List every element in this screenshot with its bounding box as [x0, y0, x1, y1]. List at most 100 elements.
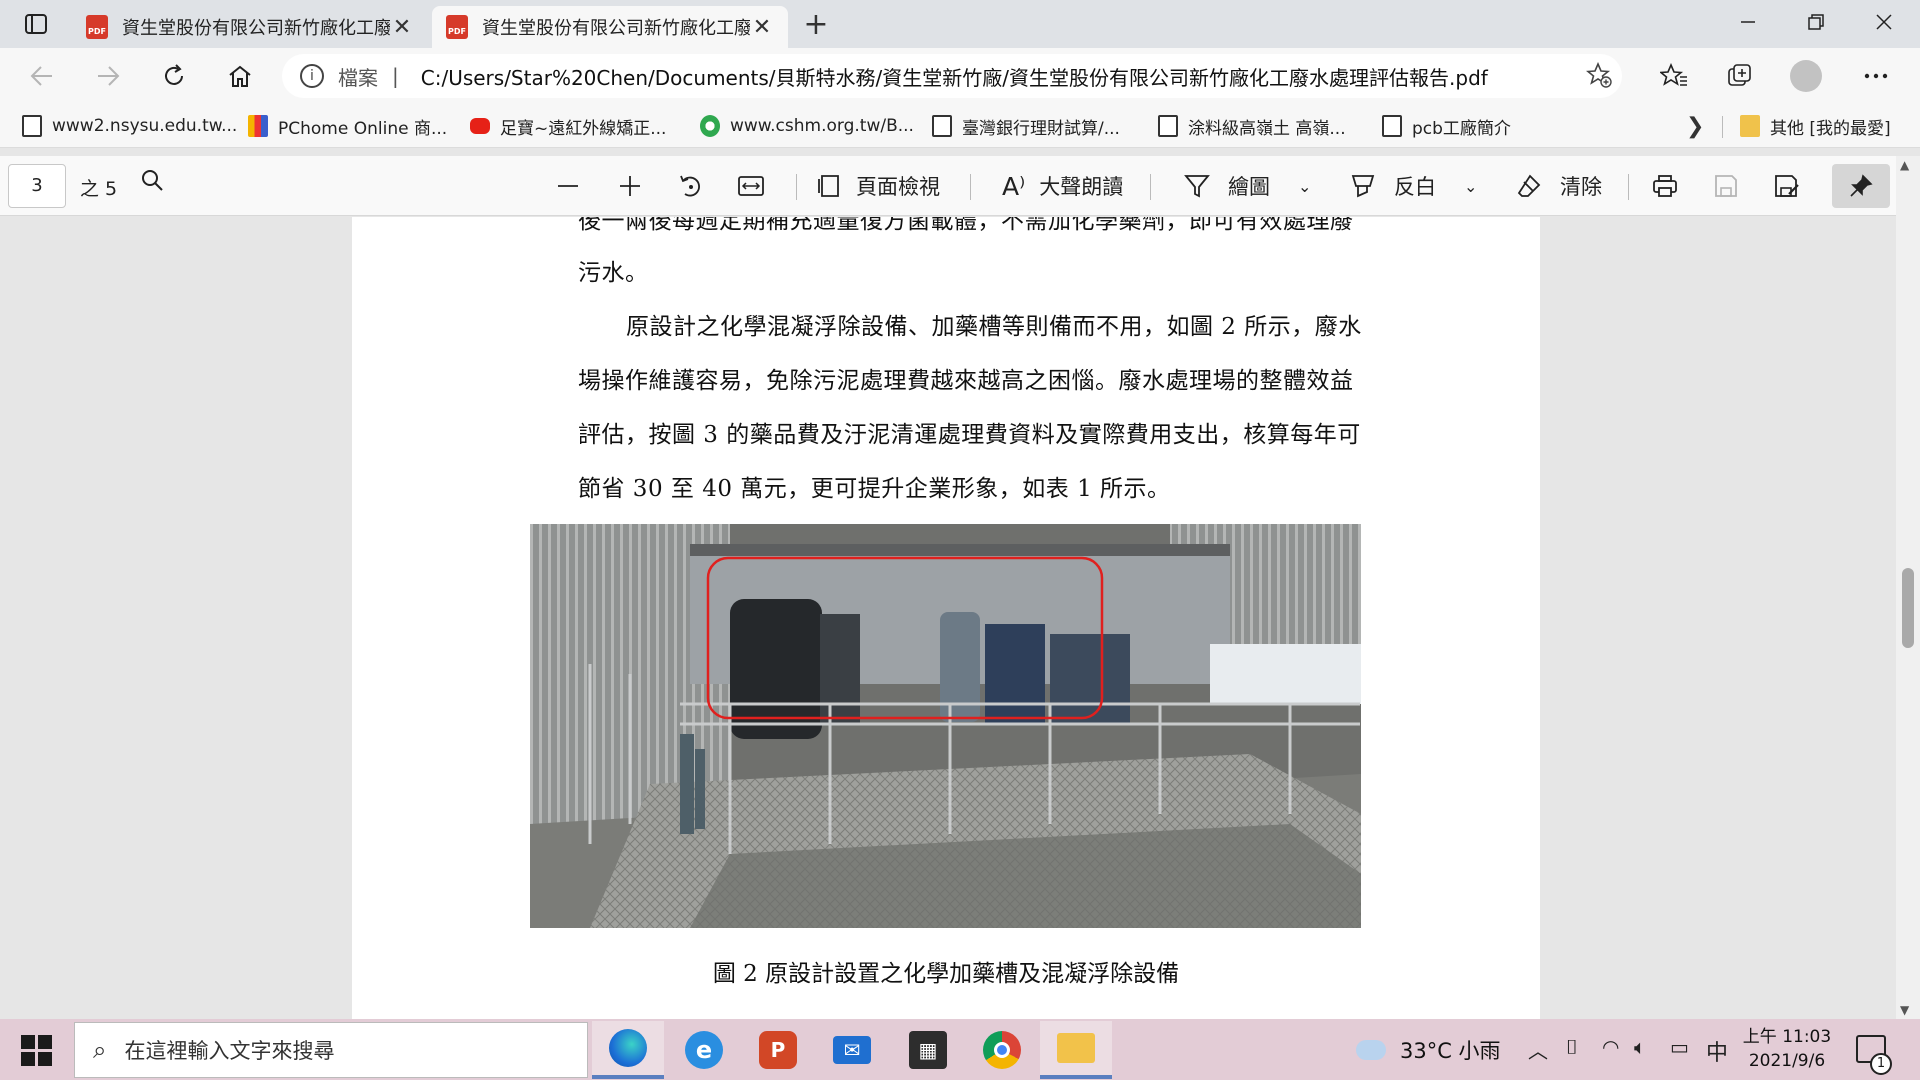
- vertical-scrollbar[interactable]: ▲ ▼: [1896, 156, 1920, 1019]
- minimize-button[interactable]: [1716, 0, 1780, 44]
- start-button[interactable]: [16, 1033, 56, 1067]
- edge-icon: [609, 1029, 647, 1067]
- chrome-icon: [983, 1031, 1021, 1069]
- read-aloud-button[interactable]: A⁾ 大聲朗讀: [1002, 164, 1123, 208]
- zoom-out-button[interactable]: [556, 164, 580, 208]
- body-text-line: 污水。: [578, 260, 649, 286]
- tab-pdf-2[interactable]: PDF 資生堂股份有限公司新竹廠化工廢水處理評估報告.pdf ✕: [432, 6, 788, 48]
- draw-label: 繪圖: [1228, 175, 1270, 199]
- bookmark-bank[interactable]: 臺灣銀行理財試算/...: [932, 110, 1120, 142]
- bookmark-nsysu[interactable]: www2.nsysu.edu.tw...: [22, 110, 237, 142]
- scheme-label: 檔案: [338, 65, 378, 90]
- youtube-icon: [470, 118, 490, 134]
- scroll-down-arrow-icon[interactable]: ▼: [1900, 1003, 1909, 1017]
- page-view-label: 頁面檢視: [856, 175, 940, 199]
- rotate-button[interactable]: [678, 164, 704, 208]
- add-favorite-button[interactable]: [1585, 61, 1612, 94]
- bookmark-youtube[interactable]: 足寶~遠紅外線矯正...: [470, 110, 666, 142]
- taskbar-store[interactable]: ▦: [892, 1021, 964, 1079]
- profile-button[interactable]: [1786, 58, 1826, 94]
- new-tab-button[interactable]: +: [796, 6, 836, 42]
- pdf-search-button[interactable]: [140, 168, 164, 198]
- back-button[interactable]: [22, 56, 62, 96]
- save-icon: [1715, 175, 1737, 197]
- pdf-viewer[interactable]: 後一兩後每週定期補充適量復方菌載體，不需加化學藥劑，即可有效處理廢 污水。 原設…: [0, 217, 1920, 1019]
- close-tab-button[interactable]: ✕: [390, 15, 414, 40]
- bookmark-label: 涂料級高嶺土 高嶺...: [1188, 118, 1346, 139]
- bookmark-label: www2.nsysu.edu.tw...: [52, 116, 238, 136]
- forward-button[interactable]: [88, 56, 128, 96]
- close-icon: [1876, 14, 1892, 30]
- weather-widget[interactable]: 33°C 小雨: [1356, 1035, 1501, 1065]
- draw-button[interactable]: 繪圖: [1184, 164, 1270, 208]
- page-icon: [932, 115, 952, 137]
- taskbar-search-box[interactable]: ⌕ 在這裡輸入文字來搜尋: [74, 1022, 588, 1078]
- bookmarks-divider: [1722, 116, 1723, 138]
- meet-now-icon[interactable]: ⌷: [1566, 1035, 1578, 1059]
- file-explorer-icon: [1057, 1033, 1095, 1063]
- input-method-indicator[interactable]: 中: [1706, 1035, 1728, 1067]
- eraser-icon: [1517, 174, 1541, 197]
- system-clock[interactable]: 上午 11:03 2021/9/6: [1738, 1025, 1836, 1073]
- erase-label: 清除: [1560, 175, 1602, 199]
- fit-width-icon: [738, 176, 764, 196]
- zoom-in-button[interactable]: [618, 164, 642, 208]
- info-icon[interactable]: i: [300, 64, 324, 88]
- wifi-icon[interactable]: ◠: [1602, 1035, 1619, 1059]
- scroll-up-arrow-icon[interactable]: ▲: [1900, 158, 1909, 172]
- page-number-input[interactable]: 3: [8, 164, 66, 208]
- highlight-button[interactable]: 反白: [1350, 164, 1436, 208]
- page-icon: [1158, 115, 1178, 137]
- address-bar[interactable]: i 檔案 | C:/Users/Star%20Chen/Documents/貝斯…: [282, 54, 1622, 98]
- fit-to-width-button[interactable]: [738, 164, 764, 208]
- minimize-icon: [1741, 21, 1755, 23]
- tab-actions-icon: [25, 14, 47, 34]
- pin-toolbar-button[interactable]: [1832, 164, 1890, 208]
- restore-button[interactable]: [1784, 0, 1848, 44]
- page-view-button[interactable]: 頁面檢視: [816, 164, 940, 208]
- print-button[interactable]: [1652, 164, 1678, 208]
- taskbar-edge[interactable]: [592, 1021, 664, 1079]
- draw-options-chevron-icon[interactable]: ⌄: [1298, 164, 1311, 208]
- show-hidden-icons-chevron-icon[interactable]: ︿: [1528, 1035, 1548, 1064]
- tab-actions-button[interactable]: [14, 0, 58, 48]
- bookmark-pcb[interactable]: pcb工廠簡介: [1382, 110, 1511, 142]
- folder-icon: [1740, 115, 1760, 137]
- favorites-button[interactable]: [1654, 58, 1694, 94]
- taskbar-mail[interactable]: ✉: [816, 1021, 888, 1079]
- bookmark-kaolin[interactable]: 涂料級高嶺土 高嶺...: [1158, 110, 1346, 142]
- bookmark-pchome[interactable]: PChome Online 商...: [248, 110, 447, 142]
- scrollbar-thumb[interactable]: [1902, 568, 1914, 648]
- url-text[interactable]: C:/Users/Star%20Chen/Documents/貝斯特水務/資生堂…: [421, 62, 1488, 91]
- more-bookmarks-chevron-icon[interactable]: ❯: [1686, 114, 1704, 139]
- pchome-icon: [248, 115, 268, 137]
- taskbar-powerpoint[interactable]: P: [742, 1021, 814, 1079]
- taskbar-chrome[interactable]: [966, 1021, 1038, 1079]
- search-placeholder: 在這裡輸入文字來搜尋: [124, 1039, 335, 1063]
- toolbar-divider: [1628, 174, 1629, 200]
- avatar: [1790, 60, 1822, 92]
- body-text-line: 場操作維護容易，免除污泥處理費越來越高之困惱。廢水處理場的整體效益: [578, 368, 1354, 394]
- volume-icon[interactable]: 🔈︎: [1634, 1035, 1646, 1059]
- minus-icon: [558, 185, 578, 187]
- home-button[interactable]: [220, 56, 260, 96]
- taskbar-file-explorer[interactable]: [1040, 1021, 1112, 1079]
- close-tab-button[interactable]: ✕: [750, 15, 774, 40]
- erase-button[interactable]: 清除: [1516, 164, 1602, 208]
- battery-icon[interactable]: ▭: [1670, 1035, 1689, 1059]
- save-button[interactable]: [1714, 164, 1738, 208]
- tab-pdf-1[interactable]: PDF 資生堂股份有限公司新竹廠化工廢水處理評估報告.pdf ✕: [72, 6, 428, 48]
- refresh-button[interactable]: [154, 56, 194, 96]
- weather-text: 33°C 小雨: [1400, 1039, 1501, 1063]
- save-as-button[interactable]: [1774, 164, 1800, 208]
- star-add-icon: [1585, 61, 1612, 88]
- taskbar-internet-explorer[interactable]: e: [668, 1021, 740, 1079]
- settings-more-button[interactable]: [1856, 58, 1896, 94]
- other-favorites-folder[interactable]: 其他 [我的最愛]: [1740, 110, 1891, 142]
- bookmark-label: 足寶~遠紅外線矯正...: [500, 118, 667, 139]
- highlight-options-chevron-icon[interactable]: ⌄: [1464, 164, 1477, 208]
- bookmark-cshm[interactable]: www.cshm.org.tw/B...: [700, 110, 914, 142]
- collections-button[interactable]: [1720, 58, 1760, 94]
- close-window-button[interactable]: [1852, 0, 1916, 44]
- plus-icon: [620, 176, 640, 196]
